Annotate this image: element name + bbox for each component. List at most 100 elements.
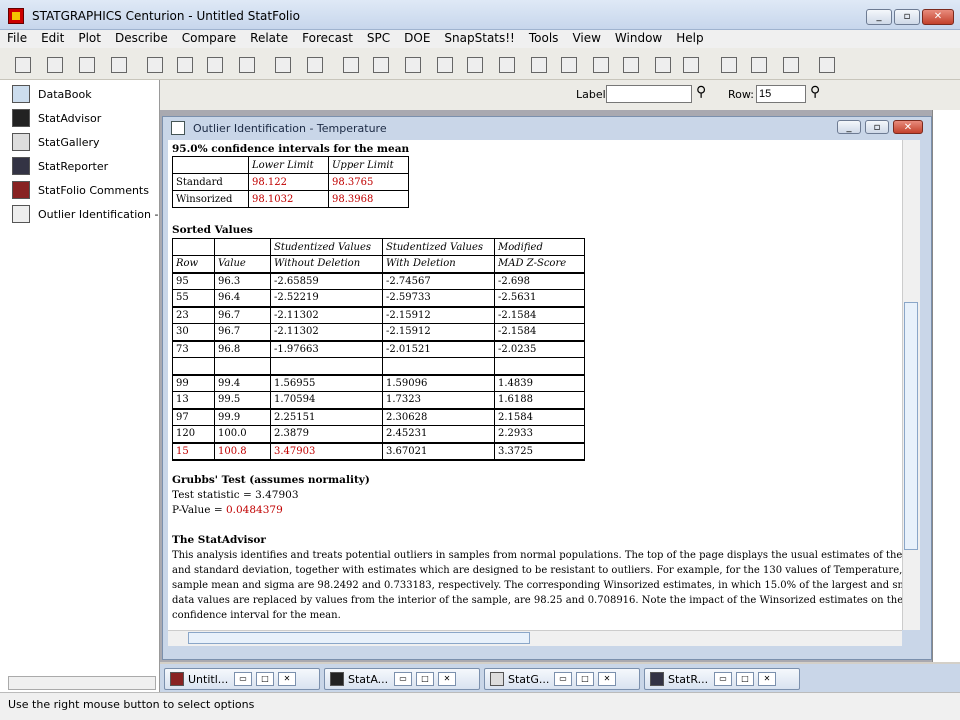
cube-icon[interactable] xyxy=(680,54,702,76)
tools-icon[interactable] xyxy=(748,54,770,76)
close-icon[interactable]: ✕ xyxy=(438,672,456,686)
label-input[interactable] xyxy=(606,85,692,103)
menu-forecast[interactable]: Forecast xyxy=(295,30,360,48)
paste-glyph xyxy=(207,57,223,73)
table-cell: -2.0235 xyxy=(494,339,585,358)
restore-icon[interactable]: ▭ xyxy=(714,672,732,686)
navigator-scrollbar[interactable] xyxy=(8,676,156,690)
row-caption: Row: xyxy=(728,88,754,101)
nav-item-statfolio-comments[interactable]: StatFolio Comments xyxy=(12,180,149,200)
statadvisor-text: This analysis identifies and treats pote… xyxy=(172,548,902,623)
child-maximize-button[interactable]: ▫ xyxy=(865,120,889,134)
menu-doe[interactable]: DOE xyxy=(397,30,437,48)
menu-file[interactable]: File xyxy=(0,30,34,48)
nav-item-databook[interactable]: DataBook xyxy=(12,84,92,104)
close-button[interactable]: ✕ xyxy=(922,9,954,25)
find-label-icon[interactable]: ⚲ xyxy=(696,84,706,100)
maximize-button[interactable]: ▫ xyxy=(894,9,920,25)
table-cell: 2.30628 xyxy=(382,407,495,426)
compare-icon[interactable] xyxy=(620,54,642,76)
pipe-icon[interactable] xyxy=(816,54,838,76)
undo-icon[interactable] xyxy=(236,54,258,76)
menu-describe[interactable]: Describe xyxy=(108,30,175,48)
menu-view[interactable]: View xyxy=(565,30,607,48)
scatter-icon[interactable] xyxy=(464,54,486,76)
table-cell xyxy=(172,156,249,174)
cut-icon[interactable] xyxy=(144,54,166,76)
line-icon[interactable] xyxy=(528,54,550,76)
table-cell: Modified xyxy=(494,238,585,256)
restore-icon[interactable]: ▭ xyxy=(234,672,252,686)
main-toolbar xyxy=(0,48,960,80)
vertical-scroll-thumb[interactable] xyxy=(904,302,918,550)
print-all-icon[interactable] xyxy=(108,54,130,76)
table-cell: With Deletion xyxy=(382,255,495,273)
menu-edit[interactable]: Edit xyxy=(34,30,71,48)
close-icon[interactable]: ✕ xyxy=(758,672,776,686)
table-icon[interactable] xyxy=(370,54,392,76)
table-cell: 1.7323 xyxy=(382,391,495,409)
table-cell xyxy=(494,357,585,375)
menu-snapstats[interactable]: SnapStats!! xyxy=(437,30,521,48)
menu-plot[interactable]: Plot xyxy=(71,30,108,48)
nav-item-outlier-identification[interactable]: Outlier Identification - Te xyxy=(12,204,174,224)
menu-compare[interactable]: Compare xyxy=(175,30,243,48)
menu-relate[interactable]: Relate xyxy=(243,30,295,48)
task-statadvisor[interactable]: StatA... ▭ □ ✕ xyxy=(324,668,480,690)
nav-item-statreporter[interactable]: StatReporter xyxy=(12,156,108,176)
paste-icon[interactable] xyxy=(204,54,226,76)
task-statgallery[interactable]: StatG... ▭ □ ✕ xyxy=(484,668,640,690)
status-bar: Use the right mouse button to select opt… xyxy=(0,692,960,720)
maximize-icon[interactable]: □ xyxy=(736,672,754,686)
maximize-icon[interactable]: □ xyxy=(256,672,274,686)
table-cell: 2.1584 xyxy=(494,407,585,426)
wizard-icon[interactable] xyxy=(780,54,802,76)
table-cell: 1.59096 xyxy=(382,373,495,392)
statadvisor-heading: The StatAdvisor xyxy=(172,534,266,546)
bar-chart-icon[interactable] xyxy=(434,54,456,76)
menu-help[interactable]: Help xyxy=(669,30,710,48)
chart-icon[interactable] xyxy=(340,54,362,76)
maximize-icon[interactable]: □ xyxy=(416,672,434,686)
report-icon[interactable] xyxy=(718,54,740,76)
analysis-toolbar: Label: ⚲ Row: ⚲ xyxy=(160,80,960,110)
minimize-button[interactable]: _ xyxy=(866,9,892,25)
table-row: Studentized Values Studentized Values Modi… xyxy=(172,238,585,256)
child-close-button[interactable]: ✕ xyxy=(893,120,923,134)
task-untitled-statfolio[interactable]: Untitl... ▭ □ ✕ xyxy=(164,668,320,690)
menu-bar: File Edit Plot Describe Compare Relate Forecas… xyxy=(0,30,960,48)
restore-icon[interactable]: ▭ xyxy=(394,672,412,686)
menu-tools[interactable]: Tools xyxy=(522,30,566,48)
table-row xyxy=(172,357,585,375)
maximize-icon[interactable]: □ xyxy=(576,672,594,686)
task-statreporter[interactable]: StatR... ▭ □ ✕ xyxy=(644,668,800,690)
multivariate-icon[interactable] xyxy=(652,54,674,76)
spc-icon[interactable] xyxy=(402,54,424,76)
row-input[interactable] xyxy=(756,85,806,103)
databook-icon[interactable] xyxy=(76,54,98,76)
save-icon[interactable] xyxy=(44,54,66,76)
child-minimize-button[interactable]: _ xyxy=(837,120,861,134)
horizontal-scroll-thumb[interactable] xyxy=(188,632,530,644)
open-icon[interactable] xyxy=(12,54,34,76)
stats-icon[interactable] xyxy=(558,54,580,76)
regression-icon[interactable] xyxy=(590,54,612,76)
databook-icon xyxy=(12,85,30,103)
restore-icon[interactable]: ▭ xyxy=(554,672,572,686)
nav-item-statgallery[interactable]: StatGallery xyxy=(12,132,100,152)
table-cell: -2.5631 xyxy=(494,289,585,307)
close-icon[interactable]: ✕ xyxy=(278,672,296,686)
xy-icon[interactable] xyxy=(496,54,518,76)
menu-spc[interactable]: SPC xyxy=(360,30,397,48)
table-row: 97 99.9 2.25151 2.30628 2.1584 xyxy=(172,407,585,426)
table-cell: 1.70594 xyxy=(270,391,383,409)
print-icon[interactable] xyxy=(272,54,294,76)
bar-chart-glyph xyxy=(437,57,453,73)
close-icon[interactable]: ✕ xyxy=(598,672,616,686)
copy-icon[interactable] xyxy=(174,54,196,76)
preview-icon[interactable] xyxy=(304,54,326,76)
statadvisor-icon xyxy=(12,109,30,127)
menu-window[interactable]: Window xyxy=(608,30,669,48)
find-row-icon[interactable]: ⚲ xyxy=(810,84,820,100)
nav-item-statadvisor[interactable]: StatAdvisor xyxy=(12,108,101,128)
